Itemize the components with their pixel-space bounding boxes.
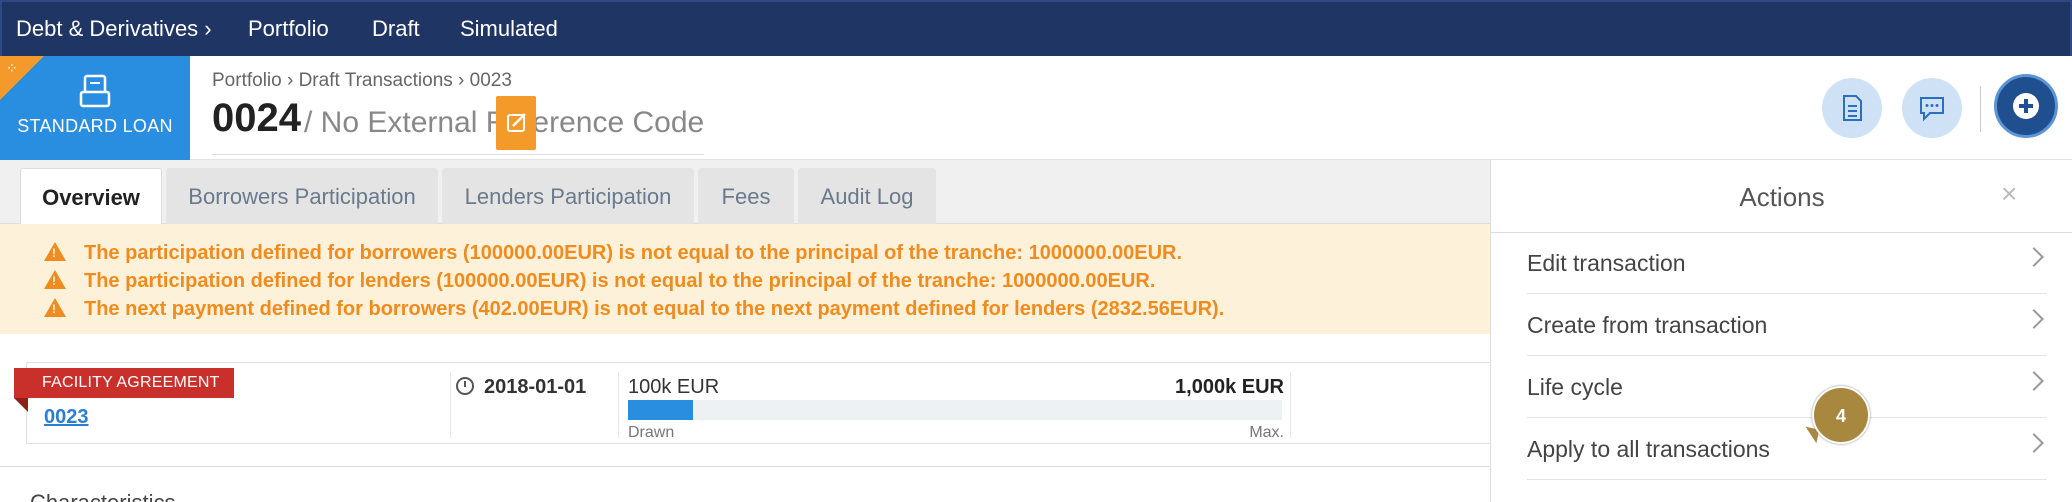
tab-audit-log[interactable]: Audit Log [798,168,936,224]
edit-icon [507,113,526,132]
top-nav: Debt & Derivatives › Portfolio Draft Sim… [0,0,2072,56]
clock-icon [456,377,474,395]
transaction-type-badge: ⁘ STANDARD LOAN [0,56,190,160]
warning-message: The participation defined for borrowers … [44,242,1182,265]
edit-reference-button[interactable] [496,96,536,150]
chevron-right-icon [2024,433,2044,453]
warning-icon [44,270,66,289]
chevron-right-icon [2024,247,2044,267]
chevron-right-icon [2024,371,2044,391]
comment-icon [1920,97,1944,122]
drawn-amount: 100k EUR [628,376,720,398]
nav-item-draft[interactable]: Draft [372,16,420,42]
transaction-type-label: STANDARD LOAN [17,116,173,136]
max-amount: 1,000k EUR [1175,376,1284,398]
drawn-label: Drawn [628,424,675,441]
spinner-icon: ⁘ [6,60,18,76]
facility-agreement-ribbon: FACILITY AGREEMENT [14,368,234,398]
max-label: Max. [1249,424,1284,441]
warning-icon [44,298,66,317]
transaction-number: 0024 [212,96,301,140]
nav-item-simulated[interactable]: Simulated [460,16,558,42]
plus-icon [2013,93,2039,119]
tab-bar: Overview Borrowers Participation Lenders… [0,160,1490,224]
warning-panel: The participation defined for borrowers … [0,224,1490,334]
facility-link[interactable]: 0023 [44,406,89,429]
action-life-cycle[interactable]: Life cycle [1527,358,2047,418]
facility-date: 2018-01-01 [456,376,586,399]
warning-icon [44,242,66,261]
main-content: Overview Borrowers Participation Lenders… [0,160,1492,502]
ribbon-tail [14,398,28,412]
warning-message: The next payment defined for borrowers (… [44,298,1224,321]
chevron-right-icon [2024,309,2044,329]
transaction-header: ⁘ STANDARD LOAN Portfolio › Draft Transa… [0,56,2072,160]
drawn-progress-fill [628,400,694,420]
action-label: Edit transaction [1527,250,1686,276]
add-button[interactable] [1994,74,2058,138]
document-icon [1843,95,1862,121]
actions-divider [1491,232,2072,233]
loan-document-icon [79,74,111,108]
column-divider [618,372,619,438]
warning-message: The participation defined for lenders (1… [44,270,1155,293]
tab-overview[interactable]: Overview [20,168,162,224]
actions-panel: Actions × Edit transaction Create from t… [1490,160,2072,502]
nav-item-portfolio[interactable]: Portfolio [248,16,329,42]
title-underline [212,154,704,155]
action-apply-to-all-transactions[interactable]: Apply to all transactions [1527,420,2047,480]
document-button[interactable] [1822,78,1882,138]
comments-button[interactable] [1902,78,1962,138]
drawn-progress-bar [628,400,1282,420]
column-divider [450,372,451,438]
action-edit-transaction[interactable]: Edit transaction [1527,234,2047,294]
close-icon[interactable]: × [2001,178,2017,210]
tab-borrowers-participation[interactable]: Borrowers Participation [166,168,438,224]
step-badge: 4 [1812,386,1870,444]
action-label: Apply to all transactions [1527,436,1770,462]
section-heading: Characteristics [30,490,175,502]
action-label: Life cycle [1527,374,1623,400]
breadcrumb[interactable]: Portfolio › Draft Transactions › 0023 [212,70,512,92]
tab-lenders-participation[interactable]: Lenders Participation [442,168,694,224]
action-create-from-transaction[interactable]: Create from transaction [1527,296,2047,356]
nav-item-debt-derivatives[interactable]: Debt & Derivatives › [16,16,212,42]
header-divider [1980,86,1981,132]
actions-title: Actions [1739,182,1825,212]
tab-fees[interactable]: Fees [698,168,794,224]
action-label: Create from transaction [1527,312,1768,338]
column-divider [1290,372,1291,438]
section-divider [0,466,1490,467]
